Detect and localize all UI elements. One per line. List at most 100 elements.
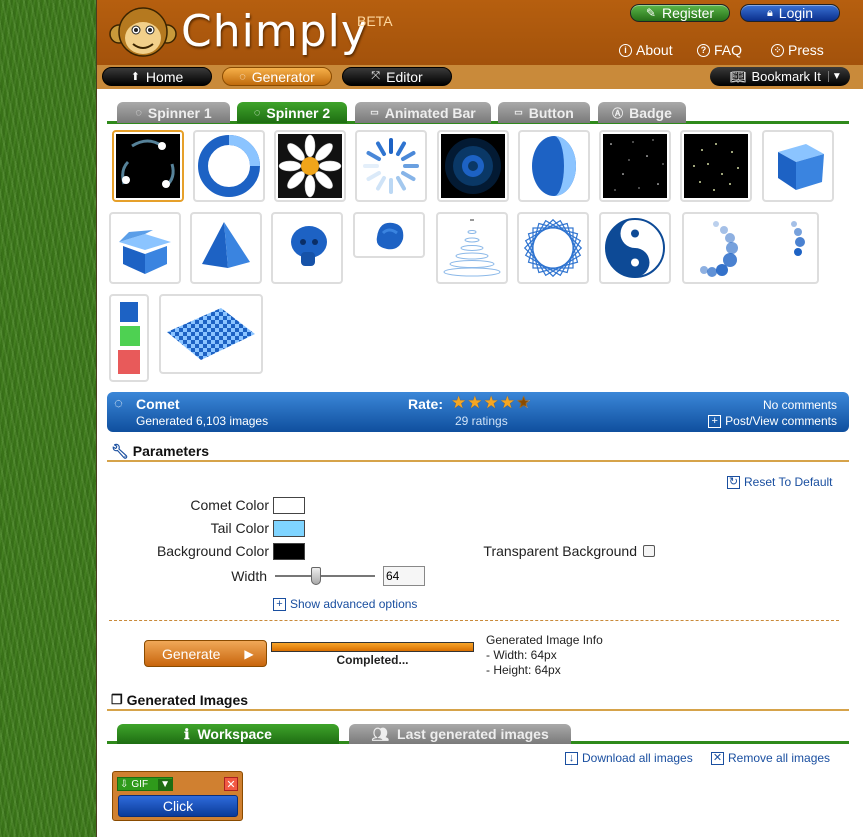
rate-label: Rate: [408,396,444,412]
faq-label: FAQ [714,42,743,58]
about-label: About [636,42,673,58]
tail-color-label: Tail Color [210,520,269,536]
nav-home-button[interactable]: ⬆ Home [102,67,212,86]
delete-image-button[interactable]: ✕ [224,777,238,791]
nav-generator-label: Generator [251,68,315,85]
spinner-icon: ◌ [135,106,142,119]
ring-spinner-thumb[interactable] [193,130,265,202]
spinner-name: Comet [136,396,180,412]
faq-link[interactable]: ? FAQ [697,42,742,58]
skull-spinner-thumb[interactable] [271,212,343,284]
cube-spinner-thumb[interactable] [762,130,834,202]
pyramid-spinner-thumb[interactable] [190,212,262,284]
post-view-label: Post/View comments [725,414,837,428]
last-generated-label: Last generated images [397,726,549,742]
bookmark-label: Bookmark It [751,69,821,84]
advanced-label: Show advanced options [290,597,418,611]
starfield-1-thumb[interactable] [599,130,671,202]
rotating-squares-icon [523,218,583,278]
comments-status: No comments [762,398,837,412]
sphere-spinner-thumb[interactable] [518,130,590,202]
radial-spokes-thumb[interactable] [355,130,427,202]
slider-track [275,575,375,577]
yin-yang-thumb[interactable] [599,212,671,284]
transparent-background-label: Transparent Background [483,543,637,559]
chimp-logo-icon[interactable] [109,4,177,60]
star-icon[interactable]: ★ [500,393,516,412]
spinner-icon: ◌ [239,70,246,83]
format-select[interactable]: ⇩ GIF ▼ [117,777,173,791]
width-slider[interactable] [275,567,375,585]
tab-spinner-2[interactable]: ◌ Spinner 2 [237,102,347,123]
knot-icon [376,222,404,250]
main-navbar: ⬆ Home ◌ Generator ⤧ Editor 📖︎ Bookmark … [97,65,863,89]
comet-spinner-thumb[interactable] [112,130,184,202]
download-icon: ⇩ [120,778,129,790]
tail-color-swatch[interactable] [273,520,305,537]
width-input[interactable] [383,566,425,586]
post-view-comments-link[interactable]: + Post/View comments [708,414,837,428]
star-icon[interactable]: ★ [467,393,483,412]
show-advanced-options-link[interactable]: + Show advanced options [273,597,417,611]
tab-label: Badge [629,104,672,121]
nav-generator-button[interactable]: ◌ Generator [222,67,332,86]
tab-badge[interactable]: Ⓐ Badge [598,102,686,123]
background-color-swatch[interactable] [273,543,305,560]
color-cubes-thumb[interactable] [109,294,149,382]
tab-animated-bar[interactable]: ▭ Animated Bar [355,102,491,123]
tab-workspace[interactable]: ℹ Workspace [117,724,339,744]
remove-all-images-link[interactable]: ✕ Remove all images [711,751,830,765]
knot-spinner-thumb[interactable] [353,212,425,258]
comet-color-swatch[interactable] [273,497,305,514]
bubble-trail-icon [699,221,805,277]
nav-editor-button[interactable]: ⤧ Editor [342,67,452,86]
rotating-squares-thumb[interactable] [517,212,589,284]
star-rating[interactable]: ★★★★★ [451,393,532,413]
half-star-icon[interactable]: ★ [516,393,532,412]
slider-thumb[interactable] [311,567,321,585]
preview-click-button[interactable]: Click [118,795,238,817]
daisy-spinner-thumb[interactable] [274,130,346,202]
login-button[interactable]: 🔒︎ Login [740,4,840,22]
bookmark-button[interactable]: 📖︎ Bookmark It ▼ [710,67,850,86]
tab-button[interactable]: ▭ Button [498,102,590,123]
tab-spinner-1[interactable]: ◌ Spinner 1 [117,102,230,123]
site-logo-text[interactable]: Chimply [181,6,368,57]
generated-image-card: ⇩ GIF ▼ ✕ Click [112,771,243,821]
starfield-2-thumb[interactable] [680,130,752,202]
download-all-label: Download all images [582,751,693,765]
tab-last-generated-images[interactable]: 👥︎ Last generated images [349,724,571,744]
images-icon: ❐ [111,692,123,707]
users-icon: 👥︎ [371,725,390,742]
transparent-background-checkbox[interactable] [643,545,655,557]
ring-icon [198,135,260,197]
star-icon[interactable]: ★ [484,393,500,412]
about-link[interactable]: i About [619,42,673,58]
star-icon[interactable]: ★ [451,393,467,412]
image-info-width: - Width: 64px [486,648,557,662]
reset-to-default-link[interactable]: ↻ Reset To Default [727,475,833,489]
info-icon: ℹ [184,725,190,742]
page: Chimply BETA ✎ Register 🔒︎ Login i About… [96,0,863,837]
generator-tabs: ◌ Spinner 1 ◌ Spinner 2 ▭ Animated Bar ▭… [107,102,849,124]
download-all-images-link[interactable]: ↓ Download all images [565,751,693,765]
tab-label: Spinner 1 [147,104,212,121]
tab-label: Animated Bar [384,104,476,121]
checker-plane-thumb[interactable] [159,294,263,374]
pulse-spinner-thumb[interactable] [437,130,509,202]
bookmark-dropdown-icon[interactable]: ▼ [827,71,842,82]
image-info-title: Generated Image Info [486,633,603,647]
workspace-label: Workspace [197,726,272,742]
open-box-thumb[interactable] [109,212,181,284]
checker-plane-icon [167,308,255,360]
register-button[interactable]: ✎ Register [630,4,730,22]
generate-button[interactable]: Generate ▶ [144,640,267,667]
spiral-rings-thumb[interactable] [436,212,508,284]
press-link[interactable]: ⁘ Press [771,42,824,58]
starfield-icon [684,134,748,198]
bubble-trail-thumb[interactable] [682,212,819,284]
generate-label: Generate [162,645,221,662]
box-icon [119,230,171,274]
pyramid-icon [202,222,250,268]
site-header: Chimply BETA ✎ Register 🔒︎ Login i About… [97,0,863,65]
